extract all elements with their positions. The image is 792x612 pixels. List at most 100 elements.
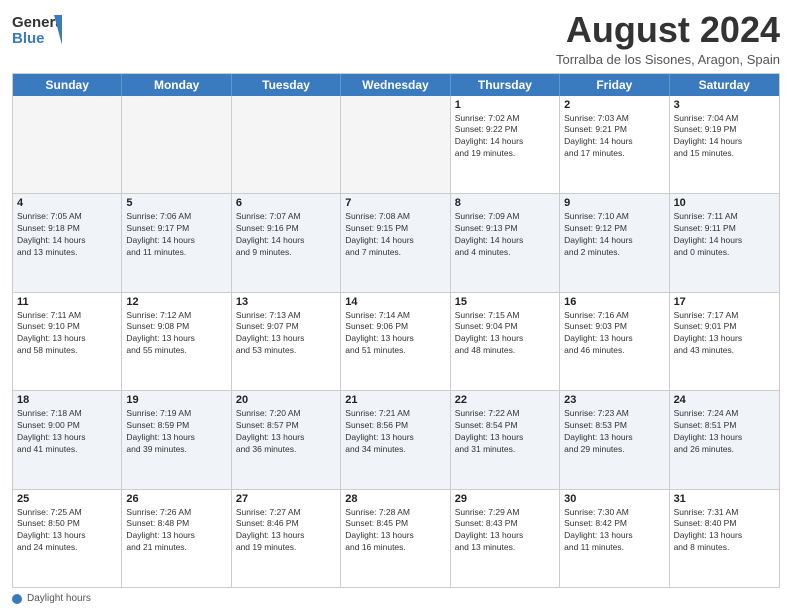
day-cell-23: 23 Sunrise: 7:23 AM Sunset: 8:53 PM Dayli… (560, 391, 669, 488)
empty-cell (341, 96, 450, 193)
day-cell-6: 6Sunrise: 7:07 AM Sunset: 9:16 PM Daylig… (232, 194, 341, 291)
day-info: Sunrise: 7:13 AM Sunset: 9:07 PM Dayligh… (236, 310, 336, 358)
day-info: Sunrise: 7:07 AM Sunset: 9:16 PM Dayligh… (236, 211, 336, 259)
title-block: August 2024 Torralba de los Sisones, Ara… (556, 10, 780, 67)
daylight-dot (12, 594, 22, 604)
calendar: SundayMondayTuesdayWednesdayThursdayFrid… (12, 73, 780, 588)
day-header-thursday: Thursday (451, 74, 560, 96)
day-info: Sunrise: 7:31 AM Sunset: 8:40 PM Dayligh… (674, 507, 775, 555)
day-info: Sunrise: 7:11 AM Sunset: 9:10 PM Dayligh… (17, 310, 117, 358)
calendar-week-5: 25 Sunrise: 7:25 AM Sunset: 8:50 PM Dayli… (13, 490, 779, 587)
day-number: 17 (674, 296, 775, 308)
day-info: Sunrise: 7:12 AM Sunset: 9:08 PM Dayligh… (126, 310, 226, 358)
day-number: 19 (126, 394, 226, 406)
day-number: 7 (345, 197, 445, 209)
day-cell-25: 25 Sunrise: 7:25 AM Sunset: 8:50 PM Dayli… (13, 490, 122, 587)
day-header-sunday: Sunday (13, 74, 122, 96)
day-number: 22 (455, 394, 555, 406)
day-number: 26 (126, 493, 226, 505)
day-number: 10 (674, 197, 775, 209)
day-cell-1: 1Sunrise: 7:02 AM Sunset: 9:22 PM Daylig… (451, 96, 560, 193)
calendar-header: SundayMondayTuesdayWednesdayThursdayFrid… (13, 74, 779, 96)
day-number: 30 (564, 493, 664, 505)
day-info: Sunrise: 7:25 AM Sunset: 8:50 PM Dayligh… (17, 507, 117, 555)
calendar-week-1: 1Sunrise: 7:02 AM Sunset: 9:22 PM Daylig… (13, 96, 779, 194)
day-info: Sunrise: 7:03 AM Sunset: 9:21 PM Dayligh… (564, 113, 664, 161)
day-number: 9 (564, 197, 664, 209)
day-info: Sunrise: 7:15 AM Sunset: 9:04 PM Dayligh… (455, 310, 555, 358)
day-cell-7: 7 Sunrise: 7:08 AM Sunset: 9:15 PM Daylig… (341, 194, 450, 291)
day-cell-4: 4 Sunrise: 7:05 AM Sunset: 9:18 PM Daylig… (13, 194, 122, 291)
day-number: 4 (17, 197, 117, 209)
day-cell-27: 27 Sunrise: 7:27 AM Sunset: 8:46 PM Dayli… (232, 490, 341, 587)
day-info: Sunrise: 7:16 AM Sunset: 9:03 PM Dayligh… (564, 310, 664, 358)
day-info: Sunrise: 7:09 AM Sunset: 9:13 PM Dayligh… (455, 211, 555, 259)
day-cell-15: 15 Sunrise: 7:15 AM Sunset: 9:04 PM Dayli… (451, 293, 560, 390)
day-info: Sunrise: 7:29 AM Sunset: 8:43 PM Dayligh… (455, 507, 555, 555)
logo-container: General Blue (12, 10, 62, 50)
day-cell-22: 22 Sunrise: 7:22 AM Sunset: 8:54 PM Dayli… (451, 391, 560, 488)
day-cell-16: 16 Sunrise: 7:16 AM Sunset: 9:03 PM Dayli… (560, 293, 669, 390)
day-header-monday: Monday (122, 74, 231, 96)
day-cell-14: 14Sunrise: 7:14 AM Sunset: 9:06 PM Dayli… (341, 293, 450, 390)
day-number: 15 (455, 296, 555, 308)
day-cell-26: 26 Sunrise: 7:26 AM Sunset: 8:48 PM Dayli… (122, 490, 231, 587)
day-info: Sunrise: 7:26 AM Sunset: 8:48 PM Dayligh… (126, 507, 226, 555)
day-number: 23 (564, 394, 664, 406)
day-info: Sunrise: 7:08 AM Sunset: 9:15 PM Dayligh… (345, 211, 445, 259)
day-info: Sunrise: 7:22 AM Sunset: 8:54 PM Dayligh… (455, 408, 555, 456)
day-number: 24 (674, 394, 775, 406)
day-cell-19: 19 Sunrise: 7:19 AM Sunset: 8:59 PM Dayli… (122, 391, 231, 488)
day-number: 25 (17, 493, 117, 505)
day-info: Sunrise: 7:17 AM Sunset: 9:01 PM Dayligh… (674, 310, 775, 358)
calendar-body: 1Sunrise: 7:02 AM Sunset: 9:22 PM Daylig… (13, 96, 779, 587)
day-cell-24: 24Sunrise: 7:24 AM Sunset: 8:51 PM Dayli… (670, 391, 779, 488)
day-info: Sunrise: 7:18 AM Sunset: 9:00 PM Dayligh… (17, 408, 117, 456)
day-info: Sunrise: 7:30 AM Sunset: 8:42 PM Dayligh… (564, 507, 664, 555)
day-number: 31 (674, 493, 775, 505)
header: General Blue August 2024 Torralba de los… (12, 10, 780, 67)
day-cell-29: 29 Sunrise: 7:29 AM Sunset: 8:43 PM Dayli… (451, 490, 560, 587)
day-info: Sunrise: 7:21 AM Sunset: 8:56 PM Dayligh… (345, 408, 445, 456)
day-number: 5 (126, 197, 226, 209)
day-number: 13 (236, 296, 336, 308)
day-number: 20 (236, 394, 336, 406)
day-number: 28 (345, 493, 445, 505)
empty-cell (232, 96, 341, 193)
day-number: 27 (236, 493, 336, 505)
day-info: Sunrise: 7:11 AM Sunset: 9:11 PM Dayligh… (674, 211, 775, 259)
logo-svg: General Blue (12, 10, 62, 50)
day-cell-12: 12 Sunrise: 7:12 AM Sunset: 9:08 PM Dayli… (122, 293, 231, 390)
empty-cell (122, 96, 231, 193)
day-header-tuesday: Tuesday (232, 74, 341, 96)
day-info: Sunrise: 7:19 AM Sunset: 8:59 PM Dayligh… (126, 408, 226, 456)
day-info: Sunrise: 7:02 AM Sunset: 9:22 PM Dayligh… (455, 113, 555, 161)
day-number: 12 (126, 296, 226, 308)
month-year: August 2024 (556, 10, 780, 50)
day-info: Sunrise: 7:27 AM Sunset: 8:46 PM Dayligh… (236, 507, 336, 555)
day-info: Sunrise: 7:28 AM Sunset: 8:45 PM Dayligh… (345, 507, 445, 555)
day-number: 11 (17, 296, 117, 308)
day-cell-30: 30 Sunrise: 7:30 AM Sunset: 8:42 PM Dayli… (560, 490, 669, 587)
day-info: Sunrise: 7:14 AM Sunset: 9:06 PM Dayligh… (345, 310, 445, 358)
day-info: Sunrise: 7:10 AM Sunset: 9:12 PM Dayligh… (564, 211, 664, 259)
day-info: Sunrise: 7:23 AM Sunset: 8:53 PM Dayligh… (564, 408, 664, 456)
day-number: 29 (455, 493, 555, 505)
day-number: 21 (345, 394, 445, 406)
day-number: 3 (674, 99, 775, 111)
day-number: 8 (455, 197, 555, 209)
day-cell-17: 17 Sunrise: 7:17 AM Sunset: 9:01 PM Dayli… (670, 293, 779, 390)
day-info: Sunrise: 7:05 AM Sunset: 9:18 PM Dayligh… (17, 211, 117, 259)
day-number: 16 (564, 296, 664, 308)
day-cell-18: 18 Sunrise: 7:18 AM Sunset: 9:00 PM Dayli… (13, 391, 122, 488)
empty-cell (13, 96, 122, 193)
page: General Blue August 2024 Torralba de los… (0, 0, 792, 612)
location: Torralba de los Sisones, Aragon, Spain (556, 52, 780, 67)
day-cell-8: 8 Sunrise: 7:09 AM Sunset: 9:13 PM Daylig… (451, 194, 560, 291)
day-cell-9: 9 Sunrise: 7:10 AM Sunset: 9:12 PM Daylig… (560, 194, 669, 291)
svg-text:Blue: Blue (12, 30, 45, 47)
day-cell-13: 13 Sunrise: 7:13 AM Sunset: 9:07 PM Dayli… (232, 293, 341, 390)
logo: General Blue (12, 10, 62, 50)
day-number: 18 (17, 394, 117, 406)
calendar-week-3: 11 Sunrise: 7:11 AM Sunset: 9:10 PM Dayli… (13, 293, 779, 391)
